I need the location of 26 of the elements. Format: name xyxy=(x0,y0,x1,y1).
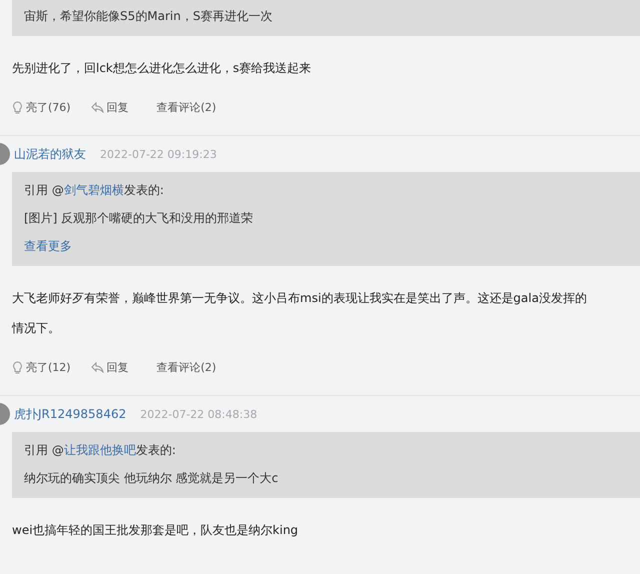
reply-icon xyxy=(90,362,104,373)
like-button[interactable]: 亮了(12) xyxy=(12,360,71,375)
post-time: 2022-07-22 09:19:23 xyxy=(100,148,217,160)
reply-text: wei也搞年轻的国王批发那套是吧，队友也是纳尔king xyxy=(12,522,300,538)
reply-text: 情况下。 xyxy=(12,320,61,336)
quote-header: 引用 @让我跟他换吧发表的: xyxy=(24,442,177,458)
bulb-icon xyxy=(12,101,23,114)
reply-button[interactable]: 回复 xyxy=(90,100,129,115)
reply-icon xyxy=(90,102,104,113)
username-link[interactable]: 山泥若的狱友 xyxy=(14,146,86,162)
like-button[interactable]: 亮了(76) xyxy=(12,100,71,115)
quote-text: 纳尔玩的确实顶尖 他玩纳尔 感觉就是另一个大c xyxy=(24,470,280,486)
post-time: 2022-07-22 08:48:38 xyxy=(140,408,258,420)
bulb-icon xyxy=(12,361,23,374)
reply-button[interactable]: 回复 xyxy=(90,360,129,375)
quote-header: 引用 @剑气碧烟横发表的: xyxy=(24,182,165,198)
author-link[interactable]: 剑气碧烟横 xyxy=(64,183,124,197)
author-link[interactable]: 让我跟他换吧 xyxy=(64,443,136,457)
reply-text: 大飞老师好歹有荣誉，巅峰世界第一无争议。这小吕布msi的表现让我实在是笑出了声。这还是gala没发挥的 xyxy=(12,290,588,306)
reply-text: 先别进化了，回lck想怎么进化怎么进化，s赛给我送起来 xyxy=(12,60,312,76)
quote-text: [图片] 反观那个嘴硬的大飞和没用的邢道荣 xyxy=(24,210,254,226)
quote-text: 宙斯，希望你能像S5的Marin，S赛再进化一次 xyxy=(24,8,274,24)
see-more-link[interactable]: 查看更多 xyxy=(24,238,628,254)
username-link[interactable]: 虎扑JR1249858462 xyxy=(14,406,126,422)
view-comments-link[interactable]: 查看评论(2) xyxy=(156,100,216,115)
view-comments-link[interactable]: 查看评论(2) xyxy=(156,360,216,375)
